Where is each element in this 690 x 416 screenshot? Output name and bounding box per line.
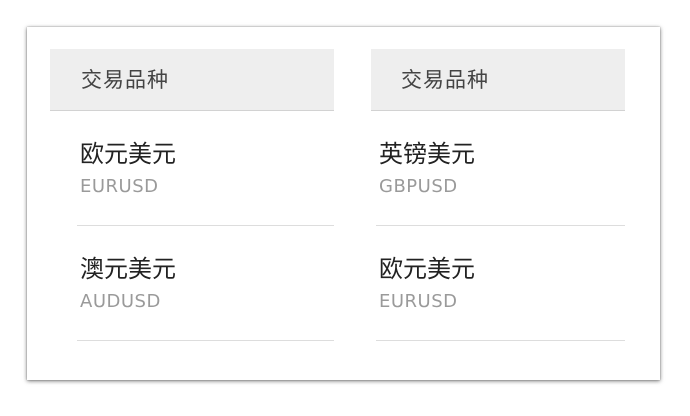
instrument-row-gbpusd[interactable]: 英镑美元 GBPUSD bbox=[376, 111, 625, 226]
instrument-card: 交易品种 欧元美元 EURUSD 澳元美元 AUDUSD 交易品种 英镑美元 G… bbox=[27, 27, 660, 380]
instrument-code: AUDUSD bbox=[80, 291, 161, 312]
instrument-code: EURUSD bbox=[80, 176, 159, 197]
instrument-row-eurusd[interactable]: 欧元美元 EURUSD bbox=[77, 111, 334, 226]
instrument-list: 欧元美元 EURUSD 澳元美元 AUDUSD bbox=[50, 111, 334, 341]
column-header: 交易品种 bbox=[50, 49, 334, 111]
instrument-column-left: 交易品种 欧元美元 EURUSD 澳元美元 AUDUSD bbox=[50, 49, 334, 341]
instrument-name: 欧元美元 bbox=[379, 255, 475, 283]
instrument-row-eurusd[interactable]: 欧元美元 EURUSD bbox=[376, 226, 625, 341]
instrument-row-audusd[interactable]: 澳元美元 AUDUSD bbox=[77, 226, 334, 341]
instrument-code: EURUSD bbox=[379, 291, 458, 312]
instrument-name: 英镑美元 bbox=[379, 140, 475, 168]
instrument-column-right: 交易品种 英镑美元 GBPUSD 欧元美元 EURUSD bbox=[371, 49, 625, 341]
instrument-name: 澳元美元 bbox=[80, 255, 176, 283]
column-header: 交易品种 bbox=[371, 49, 625, 111]
instrument-name: 欧元美元 bbox=[80, 140, 176, 168]
instrument-list: 英镑美元 GBPUSD 欧元美元 EURUSD bbox=[371, 111, 625, 341]
instrument-code: GBPUSD bbox=[379, 176, 458, 197]
